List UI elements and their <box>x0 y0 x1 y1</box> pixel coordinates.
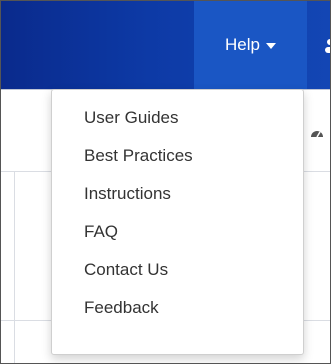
content-divider <box>14 172 15 363</box>
menu-item-faq[interactable]: FAQ <box>52 213 303 251</box>
help-menu-label: Help <box>225 35 260 54</box>
help-menu-toggle[interactable]: Help <box>194 1 307 89</box>
dashboard-icon <box>310 126 324 138</box>
user-icon[interactable] <box>322 1 330 89</box>
top-navbar: Help <box>1 1 330 90</box>
menu-item-best-practices[interactable]: Best Practices <box>52 137 303 175</box>
menu-item-feedback[interactable]: Feedback <box>52 289 303 327</box>
menu-item-instructions[interactable]: Instructions <box>52 175 303 213</box>
menu-item-contact-us[interactable]: Contact Us <box>52 251 303 289</box>
menu-item-user-guides[interactable]: User Guides <box>52 99 303 137</box>
help-dropdown-menu: User Guides Best Practices Instructions … <box>51 89 304 355</box>
app-window: Help User Guides Best Practices Instruct… <box>0 0 331 364</box>
caret-down-icon <box>265 43 276 49</box>
